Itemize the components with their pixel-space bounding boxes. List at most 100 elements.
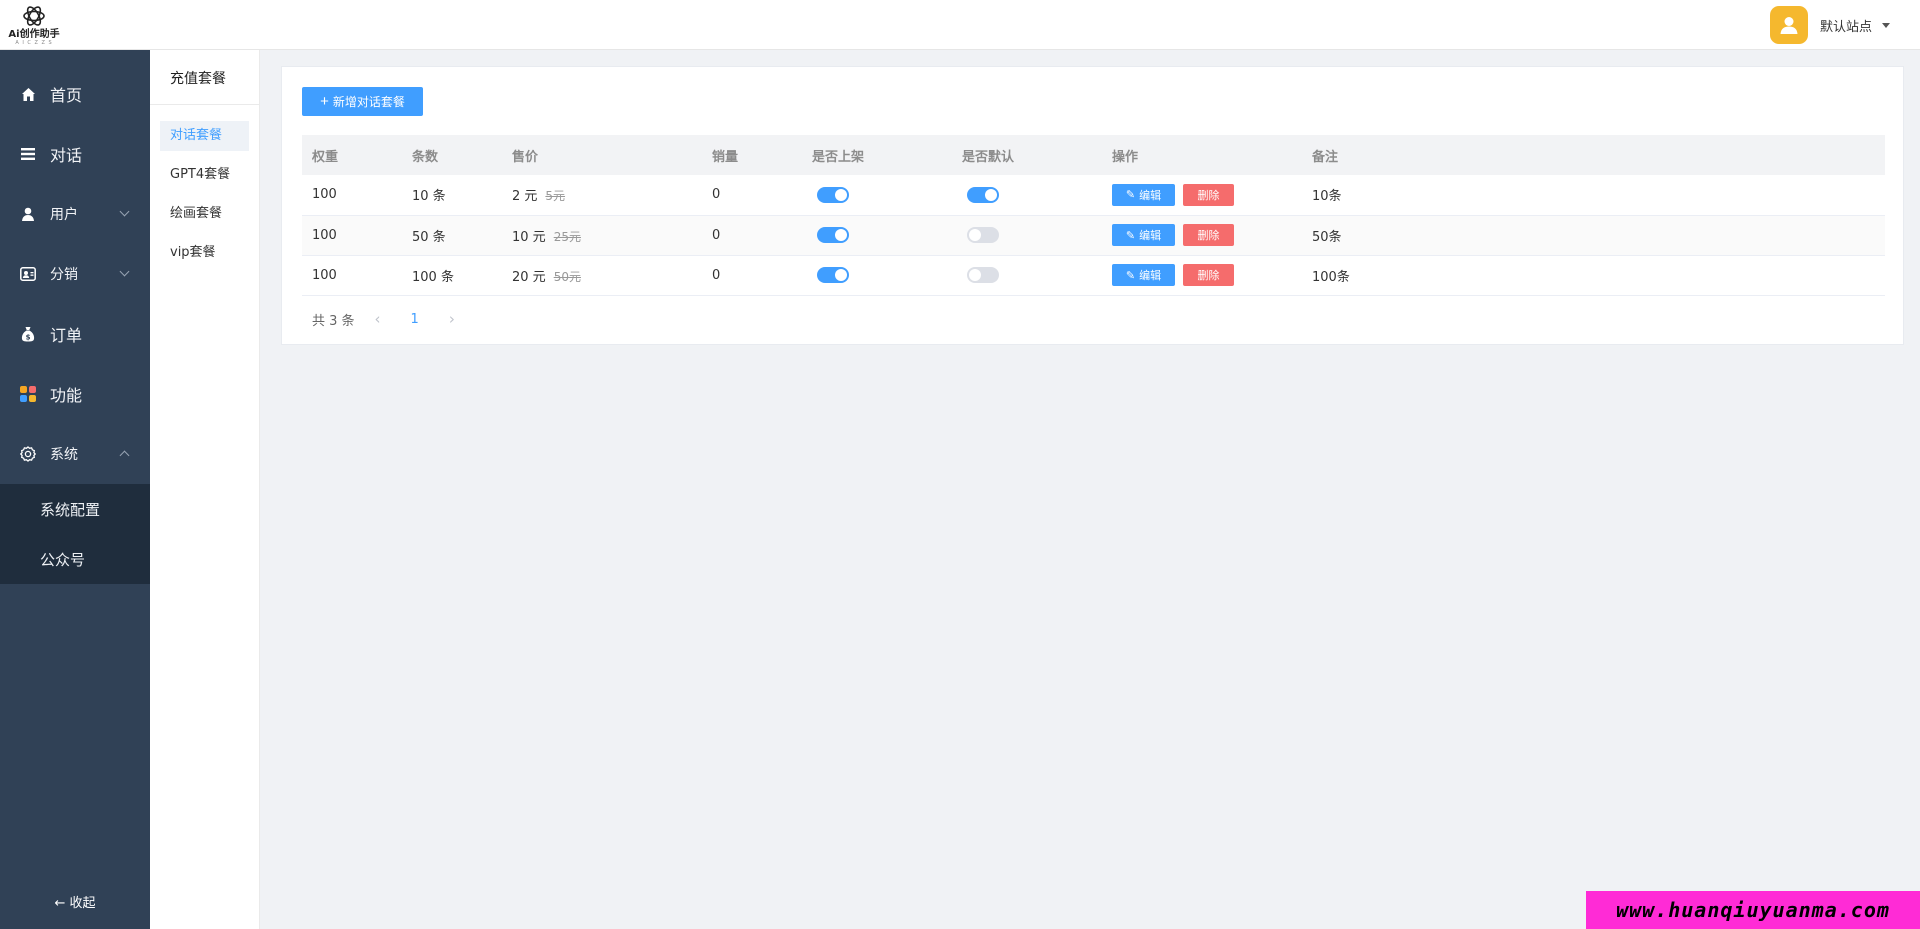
delete-button[interactable]: 删除: [1183, 264, 1234, 286]
weight-cell: 100: [302, 255, 402, 296]
note-cell: 10条: [1302, 175, 1885, 216]
pencil-icon: ✎: [1125, 269, 1136, 282]
note-cell: 50条: [1302, 215, 1885, 256]
original-price: 50元: [553, 269, 581, 284]
sidebar-item-label: 首页: [50, 86, 83, 105]
pagination: 共 3 条 ‹ 1 ›: [312, 309, 455, 329]
table-row: 100 100 条 20 元 50元 0 ✎ 编辑 删除 100条: [302, 255, 1885, 296]
edit-label: 编辑: [1139, 230, 1162, 242]
toggle-knob: [969, 269, 981, 281]
column-header[interactable]: 是否上架: [802, 135, 952, 175]
actions-cell: ✎ 编辑 删除: [1102, 255, 1302, 296]
watermark-banner: www.huanqiuyuanma.com: [1586, 891, 1920, 929]
site-name[interactable]: 默认站点: [1820, 16, 1872, 35]
prev-page-icon[interactable]: ‹: [375, 310, 381, 328]
edit-button[interactable]: ✎ 编辑: [1112, 264, 1175, 286]
default-cell: [952, 255, 1102, 296]
price-cell: 10 元 25元: [502, 215, 702, 256]
table-row: 100 50 条 10 元 25元 0 ✎ 编辑 删除 50条: [302, 215, 1885, 256]
delete-button[interactable]: 删除: [1183, 183, 1234, 206]
default-cell: [952, 175, 1102, 216]
total-count: 共 3 条: [312, 313, 355, 329]
count-cell: 100 条: [402, 255, 502, 296]
actions-cell: ✎ 编辑 删除: [1102, 175, 1302, 216]
package-type-chat[interactable]: 对话套餐: [160, 121, 249, 151]
table-header-row: 权重 条数 售价 销量 是否上架 是否默认 操作 备注: [302, 135, 1885, 175]
package-table: 权重 条数 售价 销量 是否上架 是否默认 操作 备注 100 10 条 2 元…: [302, 135, 1885, 296]
sidebar-item-label: 分销: [50, 267, 78, 283]
collapse-sidebar-button[interactable]: ← 收起: [0, 892, 150, 911]
listed-toggle[interactable]: [817, 227, 849, 243]
package-type-vip[interactable]: vip套餐: [160, 238, 249, 268]
svg-text:$: $: [26, 333, 31, 341]
default-cell: [952, 215, 1102, 256]
price-value: 10 元: [512, 229, 546, 245]
count-cell: 10 条: [402, 175, 502, 216]
add-chat-package-button[interactable]: + 新增对话套餐: [302, 87, 423, 116]
user-icon: [20, 206, 36, 222]
sidebar-subitem-official-account[interactable]: 公众号: [0, 534, 150, 584]
chevron-down-icon: [119, 206, 130, 217]
sidebar-item-users[interactable]: 用户: [0, 184, 150, 244]
sales-cell: 0: [702, 175, 802, 216]
price-cell: 20 元 50元: [502, 255, 702, 296]
toggle-knob: [835, 269, 847, 281]
count-cell: 50 条: [402, 215, 502, 256]
price-cell: 2 元 5元: [502, 175, 702, 216]
column-header[interactable]: 销量: [702, 135, 802, 175]
default-toggle[interactable]: [967, 186, 999, 203]
brand-logo[interactable]: Ai创作助手 A I C Z Z S: [6, 4, 62, 46]
edit-button[interactable]: ✎ 编辑: [1112, 224, 1175, 246]
toggle-knob: [985, 188, 997, 201]
chevron-down-icon: [119, 266, 130, 277]
column-header[interactable]: 售价: [502, 135, 702, 175]
arrow-left-icon: ←: [54, 896, 66, 911]
delete-button[interactable]: 删除: [1183, 224, 1234, 246]
default-toggle[interactable]: [967, 267, 999, 283]
edit-button[interactable]: ✎ 编辑: [1112, 183, 1175, 206]
sidebar-item-label: 系统: [50, 447, 78, 463]
sidebar-item-home[interactable]: 首页: [0, 64, 150, 124]
pencil-icon: ✎: [1125, 189, 1136, 202]
page-number[interactable]: 1: [411, 312, 419, 327]
site-switcher[interactable]: 默认站点: [1769, 5, 1890, 45]
package-type-drawing[interactable]: 绘画套餐: [160, 199, 249, 229]
column-header[interactable]: 备注: [1302, 135, 1885, 175]
column-header[interactable]: 操作: [1102, 135, 1302, 175]
sidebar-item-distribution[interactable]: 分销: [0, 244, 150, 304]
original-price: 25元: [553, 229, 581, 244]
sidebar-item-system[interactable]: 系统: [0, 424, 150, 484]
column-header[interactable]: 权重: [302, 135, 402, 175]
collapse-label: 收起: [69, 896, 96, 911]
default-toggle[interactable]: [967, 227, 999, 243]
apps-icon: [20, 386, 36, 402]
toggle-knob: [835, 229, 847, 241]
listed-toggle[interactable]: [817, 186, 849, 203]
listed-toggle[interactable]: [817, 267, 849, 283]
caret-down-icon[interactable]: [1882, 22, 1890, 28]
brand-name: Ai创作助手: [8, 29, 60, 40]
sidebar-item-label: 对话: [50, 146, 83, 165]
edit-label: 编辑: [1139, 270, 1162, 282]
sales-cell: 0: [702, 215, 802, 256]
home-icon: [20, 86, 36, 102]
sidebar-item-chat[interactable]: 对话: [0, 124, 150, 184]
sidebar-subitem-system-config[interactable]: 系统配置: [0, 484, 150, 534]
listed-cell: [802, 215, 952, 256]
list-icon: [20, 146, 36, 162]
toggle-knob: [835, 188, 847, 201]
sidebar-item-orders[interactable]: $ 订单: [0, 304, 150, 364]
plus-icon: +: [320, 92, 329, 110]
next-page-icon[interactable]: ›: [449, 310, 455, 328]
price-value: 2 元: [512, 189, 538, 205]
note-cell: 100条: [1302, 255, 1885, 296]
actions-cell: ✎ 编辑 删除: [1102, 215, 1302, 256]
package-type-gpt4[interactable]: GPT4套餐: [160, 160, 249, 190]
table-row: 100 10 条 2 元 5元 0 ✎ 编辑 删除 10条: [302, 175, 1885, 216]
avatar[interactable]: [1769, 6, 1808, 44]
sidebar-item-features[interactable]: 功能: [0, 364, 150, 424]
column-header[interactable]: 条数: [402, 135, 502, 175]
distribution-icon: [20, 266, 36, 282]
edit-label: 编辑: [1139, 189, 1162, 202]
column-header[interactable]: 是否默认: [952, 135, 1102, 175]
